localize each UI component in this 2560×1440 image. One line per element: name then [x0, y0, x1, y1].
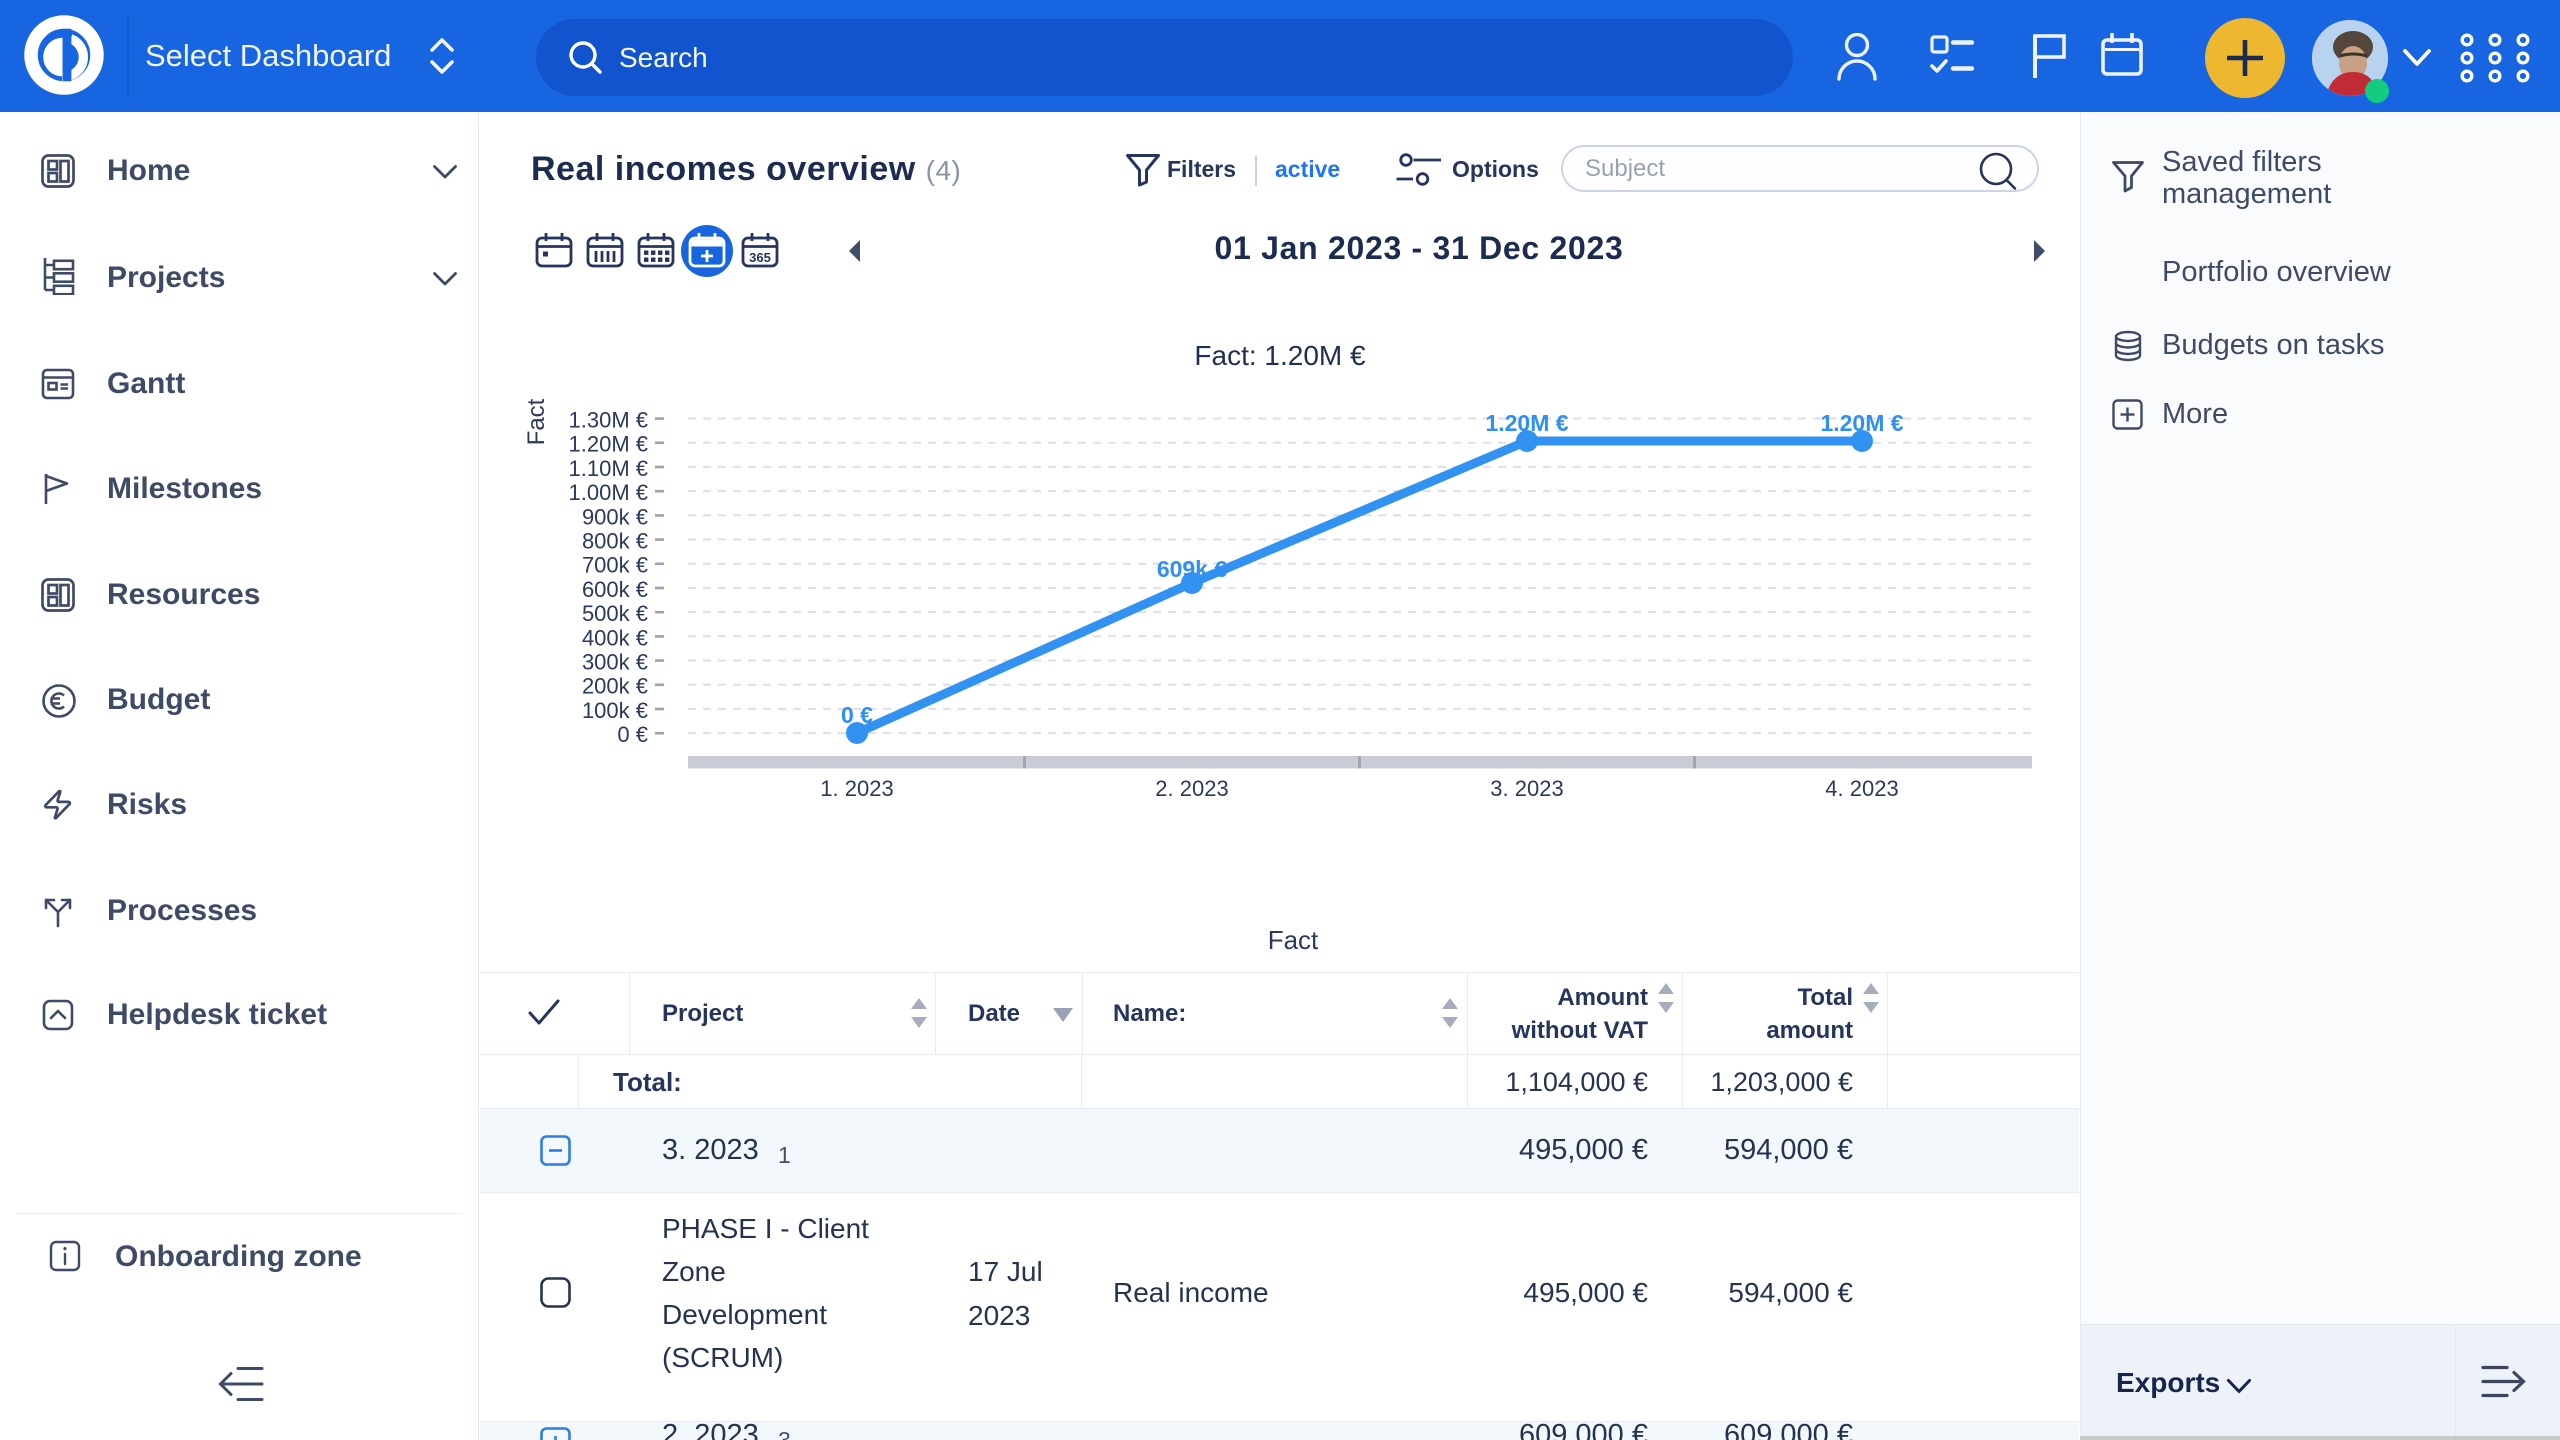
svg-text:600k €: 600k €: [582, 577, 648, 602]
svg-text:Fact: Fact: [523, 398, 550, 445]
svg-text:100k €: 100k €: [582, 698, 648, 723]
svg-text:1.30M €: 1.30M €: [569, 408, 649, 433]
svg-text:700k €: 700k €: [582, 553, 648, 578]
svg-text:0 €: 0 €: [841, 702, 873, 728]
svg-text:1.10M €: 1.10M €: [569, 456, 649, 481]
svg-text:1.00M €: 1.00M €: [569, 480, 649, 505]
svg-text:Fact: 1.20M €: Fact: 1.20M €: [1194, 340, 1366, 371]
svg-text:609k €: 609k €: [1157, 556, 1228, 582]
svg-text:4. 2023: 4. 2023: [1825, 776, 1898, 801]
svg-text:2. 2023: 2. 2023: [1155, 776, 1228, 801]
svg-text:1.20M €: 1.20M €: [569, 432, 649, 457]
svg-text:200k €: 200k €: [582, 674, 648, 699]
svg-text:1.20M €: 1.20M €: [1820, 410, 1903, 436]
svg-text:365: 365: [749, 250, 771, 265]
svg-text:900k €: 900k €: [582, 504, 648, 529]
svg-text:800k €: 800k €: [582, 529, 648, 554]
svg-text:3. 2023: 3. 2023: [1490, 776, 1563, 801]
svg-text:400k €: 400k €: [582, 625, 648, 650]
svg-text:0 €: 0 €: [617, 722, 648, 747]
svg-text:300k €: 300k €: [582, 650, 648, 675]
svg-text:500k €: 500k €: [582, 601, 648, 626]
svg-text:1.20M €: 1.20M €: [1485, 410, 1568, 436]
svg-text:1. 2023: 1. 2023: [820, 776, 893, 801]
